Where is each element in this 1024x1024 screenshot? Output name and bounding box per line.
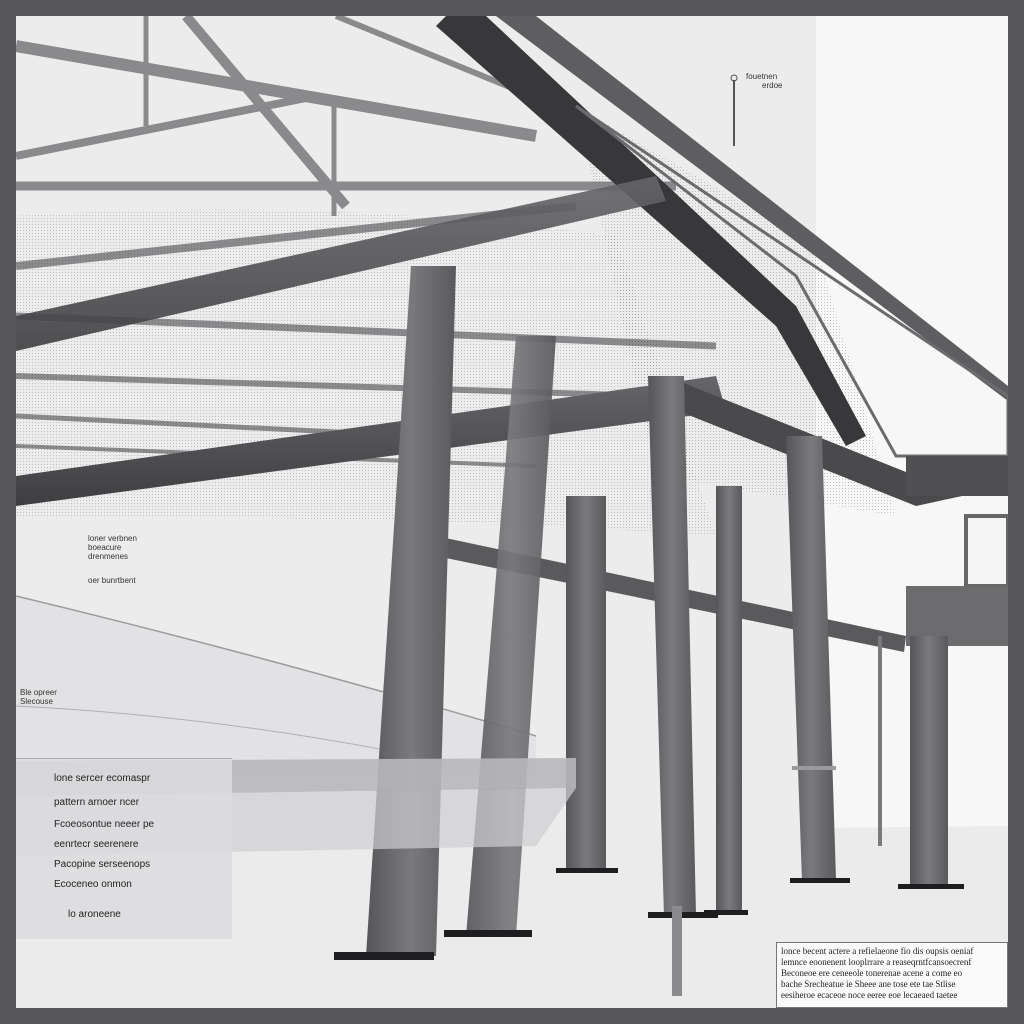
- note-line-3: Beconeoe ere ceneeole tonerenae acene a …: [781, 968, 963, 978]
- legend-item-4: eenrtecr seerenere: [54, 839, 139, 850]
- left-callout: Ble opreer Slecouse: [20, 688, 57, 706]
- column-thin: [716, 486, 742, 912]
- column-far-right: [910, 636, 948, 886]
- center-pole: [672, 906, 682, 996]
- column-base-3: [556, 868, 618, 873]
- legend-item-5: Pacopine serseenops: [54, 859, 151, 870]
- legend-panel: lone sercer ecomaspr pattern arnoer ncer…: [16, 758, 232, 939]
- left-callout-line-2: Slecouse: [20, 697, 53, 706]
- column-mid: [566, 496, 606, 871]
- legend-item-6: Ecoceneo onmon: [54, 879, 132, 890]
- left-callout-line-1: Ble opreer: [20, 688, 57, 697]
- note-line-5: eesiheroe ecaceoe noce eeree eoe lecaeae…: [781, 990, 958, 1000]
- column-base-7: [898, 884, 964, 889]
- note-line-1: lonce becent actere a refielaeone fio di…: [781, 946, 974, 956]
- mid-left-callout-line-1: loner verbnen: [88, 534, 137, 543]
- mid-left-callout-line-2: boeacure: [88, 543, 122, 552]
- legend-item-3: Fcoeosontue neeer pe: [54, 819, 155, 830]
- top-callout-line-2: erdoe: [762, 81, 783, 90]
- picture-frame: fouetnen erdoe loner verbnen boeacure dr…: [0, 0, 1024, 1024]
- column-base-1: [334, 952, 434, 960]
- thin-post: [878, 636, 882, 846]
- note-line-4: bache Srecheatue ie Sheee ane tose ete t…: [781, 979, 956, 989]
- right-frame-window: [964, 514, 1008, 588]
- top-callout: fouetnen erdoe: [746, 72, 782, 90]
- legend-item-7: lo aroneene: [68, 909, 121, 920]
- right-frame-top: [906, 456, 1008, 496]
- note-line-2: lemnce eoonenent looplrrare a reaseqrntf…: [781, 957, 972, 967]
- mid-left-callout-line-3: drenmenes: [88, 552, 129, 561]
- column-band: [792, 766, 836, 770]
- note-box: lonce becent actere a refielaeone fio di…: [776, 942, 1008, 1008]
- column-base-2: [444, 930, 532, 937]
- scene-canvas: fouetnen erdoe loner verbnen boeacure dr…: [16, 16, 1008, 1008]
- legend-item-2: pattern arnoer ncer: [54, 797, 140, 808]
- mid-left-callout: loner verbnen boeacure drenmenes: [88, 534, 137, 561]
- column-base-6: [790, 878, 850, 883]
- legend-item-1: lone sercer ecomaspr: [54, 773, 151, 784]
- column-base-5: [704, 910, 748, 915]
- top-callout-line-1: fouetnen: [746, 72, 778, 81]
- mid-left-sub: oer bunrtbent: [88, 576, 136, 585]
